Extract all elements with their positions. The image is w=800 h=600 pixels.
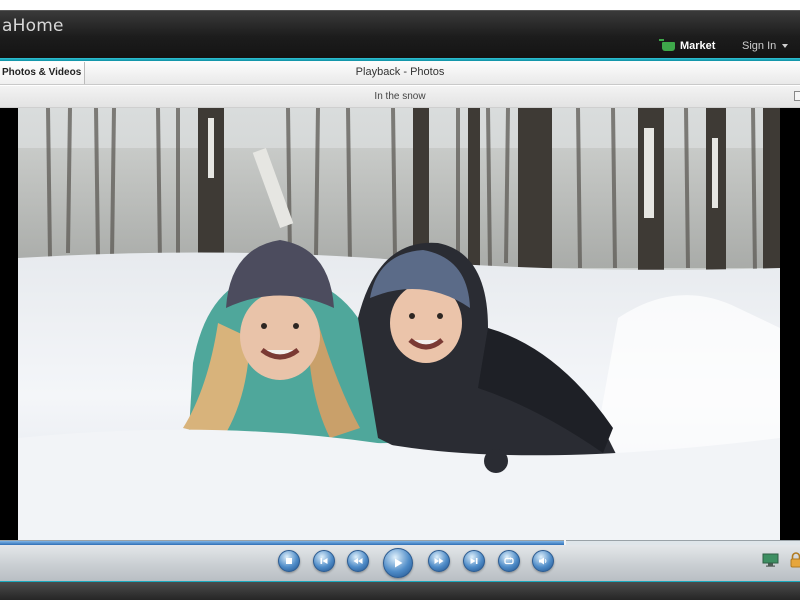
rewind-button[interactable] bbox=[347, 550, 369, 572]
repeat-button[interactable] bbox=[498, 550, 520, 572]
fast-forward-icon bbox=[434, 558, 444, 564]
stop-button[interactable] bbox=[278, 550, 300, 572]
sign-in-menu[interactable]: Sign In bbox=[742, 40, 789, 52]
previous-button[interactable] bbox=[313, 550, 335, 572]
fast-forward-button[interactable] bbox=[428, 550, 450, 572]
progress-knob[interactable] bbox=[564, 540, 566, 545]
speaker-icon bbox=[539, 557, 547, 565]
caption-bar: In the snow bbox=[0, 86, 800, 108]
progress-fill bbox=[0, 541, 564, 545]
volume-button[interactable] bbox=[532, 550, 554, 572]
bottom-strip bbox=[0, 582, 800, 600]
playback-title: Playback - Photos bbox=[355, 66, 445, 78]
skip-previous-icon bbox=[320, 558, 328, 564]
market-label: Market bbox=[680, 40, 716, 52]
app-window: aHome Market Sign In Photos & Videos Pla… bbox=[0, 0, 800, 600]
app-title: aHome bbox=[2, 16, 64, 36]
sign-in-label: Sign In bbox=[742, 40, 777, 52]
skip-next-icon bbox=[470, 558, 478, 564]
stop-icon bbox=[286, 558, 292, 564]
photo-caption: In the snow bbox=[374, 91, 426, 102]
play-icon bbox=[395, 558, 403, 568]
next-button[interactable] bbox=[463, 550, 485, 572]
tab-row: Photos & Videos Playback - Photos bbox=[0, 61, 800, 85]
market-link[interactable]: Market bbox=[659, 38, 716, 52]
photo-image bbox=[18, 108, 780, 540]
fullscreen-toggle-icon[interactable] bbox=[794, 91, 800, 101]
rewind-icon bbox=[353, 558, 363, 564]
monitor-icon[interactable] bbox=[762, 553, 779, 567]
photo-viewer[interactable] bbox=[0, 108, 800, 540]
title-bar: aHome Market Sign In bbox=[0, 10, 800, 58]
play-button[interactable] bbox=[383, 548, 413, 578]
progress-bar[interactable] bbox=[0, 540, 800, 545]
repeat-icon bbox=[504, 557, 514, 565]
lock-icon[interactable] bbox=[789, 552, 800, 568]
chevron-down-icon bbox=[782, 44, 789, 48]
shopping-cart-icon bbox=[659, 38, 675, 51]
